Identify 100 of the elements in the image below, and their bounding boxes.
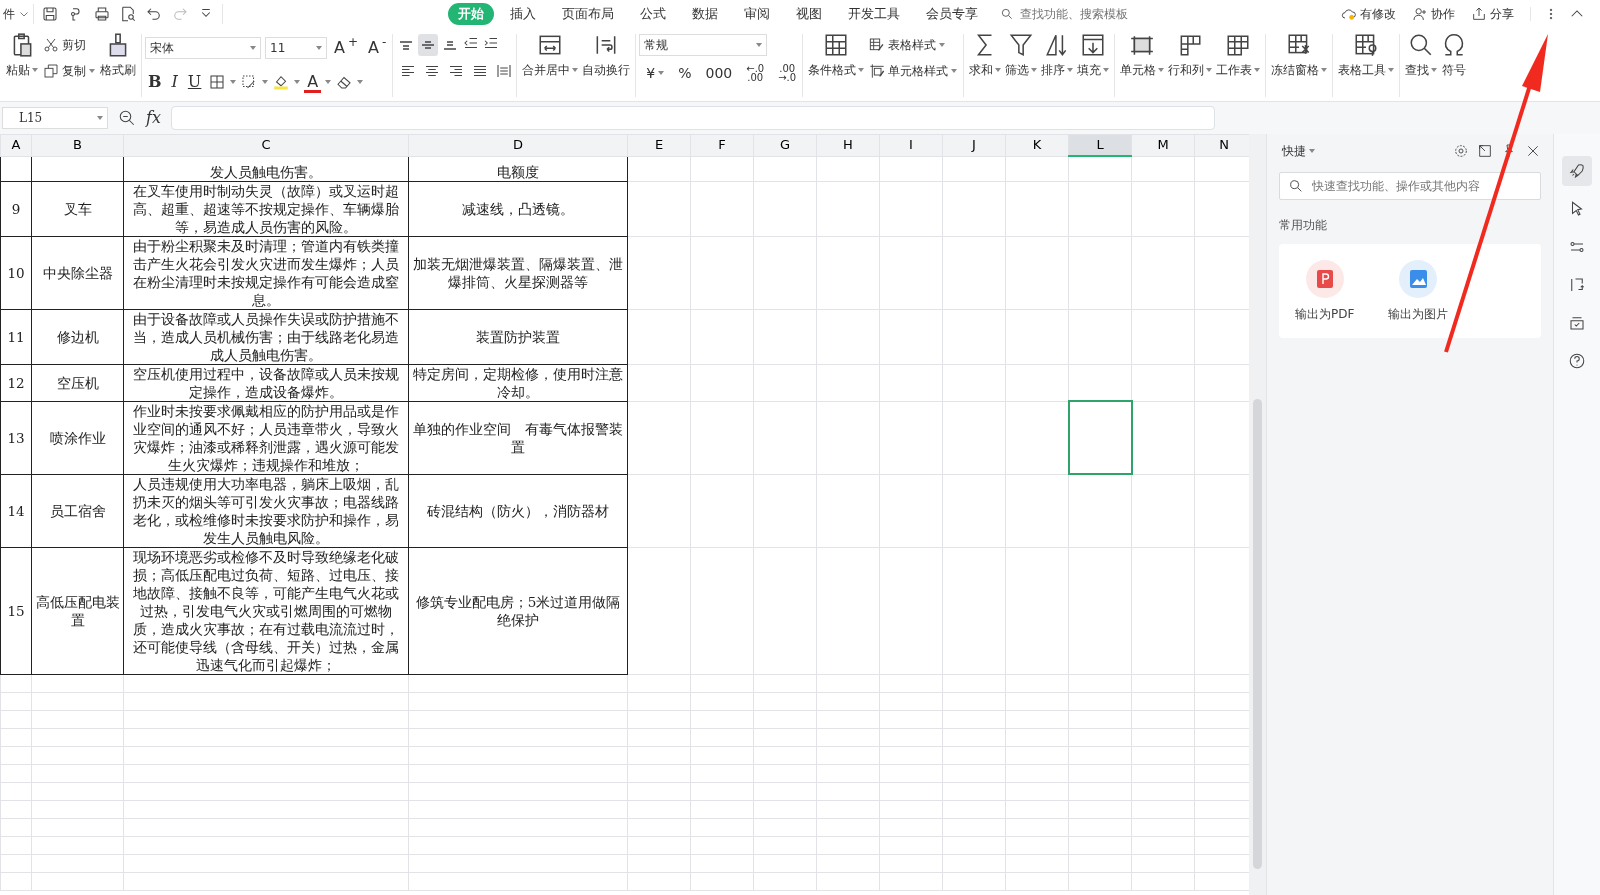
table-cell: 12: [7, 374, 25, 391]
caret-icon: [1388, 68, 1395, 72]
column-header[interactable]: F: [691, 135, 753, 156]
ribbon-button[interactable]: 排序: [1039, 30, 1076, 81]
print-preview-icon[interactable]: [119, 5, 137, 23]
search-field[interactable]: 查找功能、搜索模板: [1018, 4, 1168, 24]
menu-tab[interactable]: 审阅: [734, 2, 780, 26]
column-header[interactable]: K: [1006, 135, 1068, 156]
column-header[interactable]: M: [1132, 135, 1194, 156]
font-name-field[interactable]: 宋体: [145, 37, 261, 59]
table-cell: 砖混结构（防火），消防器材: [427, 502, 609, 519]
search-box[interactable]: 快速查找功能、操作或其他内容: [1279, 172, 1542, 200]
name-box[interactable]: L15: [2, 107, 108, 129]
ribbon-button[interactable]: 冻结窗格: [1269, 30, 1330, 81]
ribbon-button[interactable]: 自动换行: [580, 30, 633, 81]
menu-tab[interactable]: 视图: [786, 2, 832, 26]
share-button[interactable]: 分享: [1468, 3, 1517, 25]
ribbon-button[interactable]: 行和列: [1166, 30, 1215, 81]
column-header[interactable]: G: [754, 135, 816, 156]
caret-icon: [230, 80, 237, 84]
column-header[interactable]: E: [628, 135, 690, 156]
number-format-button[interactable]: %: [675, 63, 695, 83]
caret-icon: [250, 46, 256, 50]
column-header[interactable]: N: [1195, 135, 1250, 156]
settings-icon[interactable]: [1453, 143, 1470, 159]
number-format-button[interactable]: 000: [702, 63, 736, 83]
ribbon-button[interactable]: 填充: [1075, 30, 1112, 81]
collaborate-button[interactable]: 协作: [1409, 3, 1458, 25]
cloud-save-button[interactable]: 有修改: [1338, 3, 1399, 25]
column-header[interactable]: A: [1, 135, 31, 156]
tray-check-icon: [1568, 314, 1587, 332]
table-cell: 13: [7, 429, 25, 446]
menu-tab[interactable]: 插入: [500, 2, 546, 26]
save-icon[interactable]: [41, 5, 59, 23]
column-header[interactable]: L: [1069, 135, 1131, 155]
formula-field[interactable]: [170, 106, 1215, 130]
bold-button[interactable]: B: [145, 68, 165, 96]
menu-tab[interactable]: 会员专享: [916, 2, 988, 26]
column-header[interactable]: H: [817, 135, 879, 156]
ribbon-button[interactable]: 查找: [1403, 30, 1440, 81]
fill-color-icon[interactable]: [272, 73, 291, 91]
grow-font-button[interactable]: A$^{+}$: [331, 34, 361, 62]
menu-tab[interactable]: 数据: [682, 2, 728, 26]
quick-action[interactable]: 输出为图片: [1382, 258, 1455, 324]
zoom-icon[interactable]: [118, 109, 136, 127]
column-header[interactable]: C: [124, 135, 408, 156]
caret-icon: [316, 46, 322, 50]
number-format-button[interactable]: .00 →.0: [775, 62, 800, 84]
ribbon-button[interactable]: 合并居中: [520, 30, 581, 81]
ribbon-button[interactable]: 求和: [967, 30, 1004, 81]
file-menu[interactable]: 件: [0, 3, 18, 25]
menu-tab[interactable]: 开发工具: [838, 2, 910, 26]
ribbon-button[interactable]: 粘贴: [4, 30, 40, 81]
shrink-font-button[interactable]: A$^{-}$: [365, 34, 390, 62]
scrollbar[interactable]: [1249, 134, 1266, 895]
caret-icon: [1158, 68, 1165, 72]
ribbon-button[interactable]: 表格工具: [1336, 30, 1397, 81]
ribbon-button[interactable]: 符号: [1439, 30, 1470, 81]
font-size-field[interactable]: 11: [265, 37, 327, 59]
table-cell: 电额度: [497, 163, 539, 180]
search-icon: [1288, 178, 1304, 194]
person-add-icon: [1412, 6, 1428, 22]
ribbon-button[interactable]: 工作表: [1214, 30, 1263, 81]
table-cell: 修边机: [56, 328, 99, 345]
sidebar-button[interactable]: [1562, 156, 1593, 186]
align-button[interactable]: [418, 34, 439, 56]
menu-tab[interactable]: 页面布局: [552, 2, 624, 26]
undo-icon[interactable]: [145, 5, 163, 23]
print-icon[interactable]: [93, 5, 111, 23]
column-header[interactable]: B: [32, 135, 123, 156]
search-icon: [1000, 7, 1014, 21]
ribbon-button[interactable]: 剪切: [40, 34, 98, 56]
menu-tab[interactable]: 公式: [630, 2, 676, 26]
ribbon-button[interactable]: 单元格样式: [866, 60, 961, 82]
table-cell: 加装无烟泄爆装置、隔爆装置、泄爆排筒、火星探测器等: [413, 255, 623, 290]
italic-button[interactable]: I: [168, 68, 181, 96]
number-format-button[interactable]: ¥: [643, 63, 668, 83]
column-header[interactable]: I: [880, 135, 942, 156]
ribbon-button[interactable]: 单元格: [1118, 30, 1167, 81]
ribbon-button[interactable]: 条件格式: [806, 30, 867, 81]
caret-icon: [658, 71, 665, 75]
ribbon-button[interactable]: 复制: [40, 60, 98, 82]
ribbon-button[interactable]: 表格样式: [866, 34, 961, 56]
help-icon: [1568, 352, 1587, 370]
number-format-button[interactable]: ←.0 .00: [743, 62, 768, 84]
panel-title[interactable]: 快捷: [1279, 140, 1318, 162]
number-format-field[interactable]: 常规: [639, 34, 768, 56]
font-color-button[interactable]: A: [304, 71, 322, 93]
rocket-icon: [1568, 162, 1587, 180]
table-cell: 由于设备故障或人员操作失误或防护措施不当，造成人员机械伤害；由于线路老化易造成人员触电伤害。: [133, 310, 399, 363]
quick-action[interactable]: 输出为PDF: [1289, 258, 1361, 324]
column-header[interactable]: D: [409, 135, 627, 156]
ribbon-button[interactable]: 格式刷: [98, 30, 138, 81]
ribbon-button[interactable]: 筛选: [1003, 30, 1040, 81]
column-header[interactable]: J: [943, 135, 1005, 156]
border-icon[interactable]: [208, 73, 227, 91]
table-grid-icon: [823, 32, 850, 58]
underline-button[interactable]: U: [184, 68, 205, 96]
caret-icon: [32, 68, 38, 72]
expand-icon[interactable]: [1477, 143, 1494, 159]
